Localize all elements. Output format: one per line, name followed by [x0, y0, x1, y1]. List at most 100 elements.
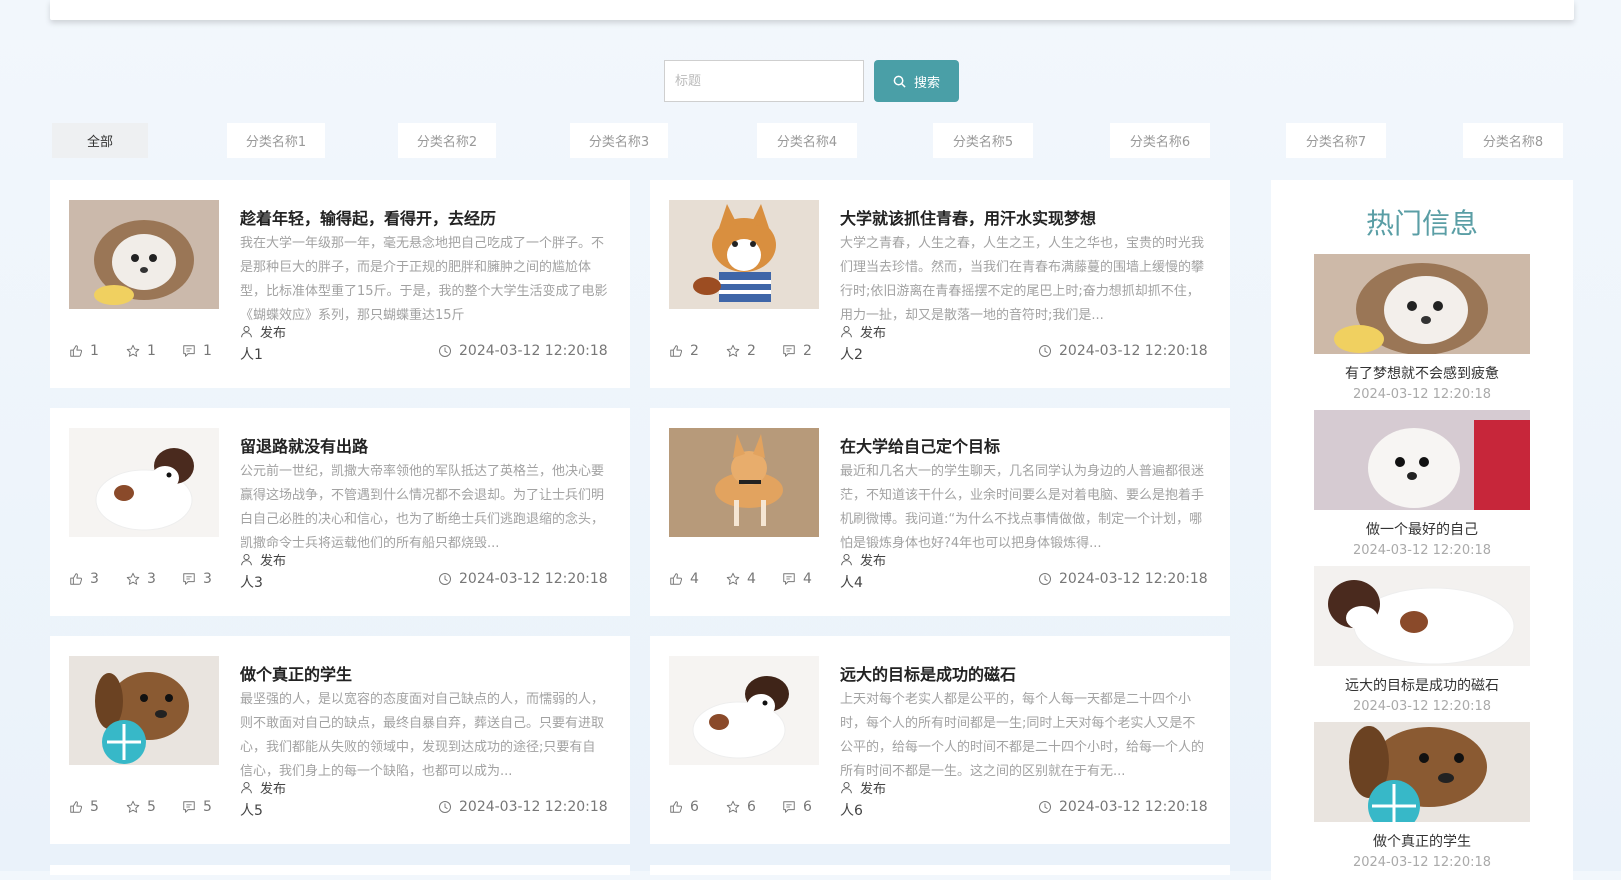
- comment-count-value: 1: [203, 343, 212, 359]
- article-time: 2024-03-12 12:20:18: [1038, 343, 1208, 359]
- article-thumbnail[interactable]: [69, 656, 219, 765]
- category-tab-4[interactable]: 分类名称4: [757, 123, 857, 158]
- clock-icon: [438, 800, 452, 814]
- thumbs-up-icon: [669, 344, 683, 358]
- hot-item-time: 2024-03-12 12:20:18: [1352, 543, 1492, 558]
- article-excerpt: 公元前一世纪，凯撒大帝率领他的军队抵达了英格兰，他决心要赢得这场战争，不管遇到什…: [240, 464, 605, 551]
- category-tab-7[interactable]: 分类名称7: [1286, 123, 1386, 158]
- star-count[interactable]: 4: [726, 571, 756, 587]
- article-card-partial[interactable]: [650, 865, 1230, 875]
- comment-icon: [782, 800, 796, 814]
- star-count[interactable]: 5: [126, 799, 156, 815]
- article-thumbnail[interactable]: [69, 428, 219, 537]
- like-count[interactable]: 4: [669, 571, 699, 587]
- article-author: 人2: [840, 347, 863, 363]
- category-tab-1[interactable]: 分类名称1: [227, 123, 325, 158]
- article-title[interactable]: 留退路就没有出路: [240, 433, 368, 457]
- comment-icon: [182, 800, 196, 814]
- article-time-value: 2024-03-12 12:20:18: [1059, 571, 1208, 587]
- hot-item-time: 2024-03-12 12:20:18: [1352, 387, 1492, 402]
- hot-info-sidebar: 热门信息 有了梦想就不会感到疲惫 2024-03-12 12:20:18 做一个…: [1271, 180, 1573, 880]
- category-tab-all[interactable]: 全部: [52, 123, 148, 158]
- hot-item-title[interactable]: 有了梦想就不会感到疲惫: [1314, 363, 1530, 383]
- category-tab-8[interactable]: 分类名称8: [1463, 123, 1563, 158]
- category-tab-5[interactable]: 分类名称5: [933, 123, 1033, 158]
- article-card-partial[interactable]: [50, 865, 630, 875]
- hot-item[interactable]: 做个真正的学生 2024-03-12 12:20:18: [1314, 722, 1530, 870]
- user-icon: [840, 781, 853, 794]
- user-icon: [840, 325, 853, 338]
- like-count[interactable]: 3: [69, 571, 99, 587]
- star-icon: [726, 800, 740, 814]
- star-count[interactable]: 6: [726, 799, 756, 815]
- article-card[interactable]: 在大学给自己定个目标 最近和几名大一的学生聊天，几名同学认为身边的人普遍都很迷茫…: [650, 408, 1230, 616]
- article-card[interactable]: 趁着年轻，输得起，看得开，去经历 我在大学一年级那一年，毫无悬念地把自己吃成了一…: [50, 180, 630, 388]
- publish-label: 发布: [240, 550, 286, 569]
- article-card[interactable]: 留退路就没有出路 公元前一世纪，凯撒大帝率领他的军队抵达了英格兰，他决心要赢得这…: [50, 408, 630, 616]
- category-tab-2[interactable]: 分类名称2: [398, 123, 496, 158]
- star-icon: [126, 572, 140, 586]
- star-count[interactable]: 2: [726, 343, 756, 359]
- comment-count[interactable]: 2: [782, 343, 812, 359]
- article-card[interactable]: 远大的目标是成功的磁石 上天对每个老实人都是公平的，每个人每一天都是二十四个小时…: [650, 636, 1230, 844]
- hot-item[interactable]: 远大的目标是成功的磁石 2024-03-12 12:20:18: [1314, 566, 1530, 714]
- star-icon: [126, 800, 140, 814]
- article-thumbnail[interactable]: [669, 428, 819, 537]
- comment-count[interactable]: 4: [782, 571, 812, 587]
- hot-item-image[interactable]: [1314, 566, 1530, 666]
- article-time-value: 2024-03-12 12:20:18: [1059, 799, 1208, 815]
- hot-item-title[interactable]: 做一个最好的自己: [1314, 519, 1530, 539]
- article-thumbnail[interactable]: [669, 200, 819, 309]
- comment-icon: [782, 344, 796, 358]
- user-icon: [240, 325, 253, 338]
- user-icon: [840, 553, 853, 566]
- user-icon: [240, 781, 253, 794]
- hot-item-title[interactable]: 远大的目标是成功的磁石: [1314, 675, 1530, 695]
- star-count-value: 5: [147, 799, 156, 815]
- article-card[interactable]: 大学就该抓住青春，用汗水实现梦想 大学之青春，人生之春，人生之王，人生之华也，宝…: [650, 180, 1230, 388]
- article-time-value: 2024-03-12 12:20:18: [459, 799, 608, 815]
- article-title[interactable]: 做个真正的学生: [240, 661, 352, 685]
- search-button[interactable]: 搜索: [874, 60, 959, 102]
- article-title[interactable]: 趁着年轻，输得起，看得开，去经历: [240, 205, 496, 229]
- hot-item-image[interactable]: [1314, 722, 1530, 822]
- article-title[interactable]: 远大的目标是成功的磁石: [840, 661, 1016, 685]
- search-icon: [893, 75, 906, 88]
- star-count[interactable]: 1: [126, 343, 156, 359]
- article-time: 2024-03-12 12:20:18: [1038, 799, 1208, 815]
- comment-count[interactable]: 6: [782, 799, 812, 815]
- hot-item-image[interactable]: [1314, 254, 1530, 354]
- comment-count[interactable]: 1: [182, 343, 212, 359]
- hot-item-time: 2024-03-12 12:20:18: [1352, 699, 1492, 714]
- like-count[interactable]: 5: [69, 799, 99, 815]
- hot-item-title[interactable]: 做个真正的学生: [1314, 831, 1530, 851]
- like-count[interactable]: 2: [669, 343, 699, 359]
- category-tab-6[interactable]: 分类名称6: [1110, 123, 1210, 158]
- comment-count[interactable]: 3: [182, 571, 212, 587]
- like-count[interactable]: 1: [69, 343, 99, 359]
- article-time-value: 2024-03-12 12:20:18: [459, 571, 608, 587]
- clock-icon: [438, 344, 452, 358]
- category-tab-3[interactable]: 分类名称3: [570, 123, 668, 158]
- like-count[interactable]: 6: [669, 799, 699, 815]
- publish-text: 发布: [260, 782, 287, 797]
- hot-item-image[interactable]: [1314, 410, 1530, 510]
- publish-label: 发布: [240, 322, 286, 341]
- article-title[interactable]: 在大学给自己定个目标: [840, 433, 1000, 457]
- star-count[interactable]: 3: [126, 571, 156, 587]
- comment-icon: [182, 344, 196, 358]
- hot-item-time: 2024-03-12 12:20:18: [1352, 855, 1492, 870]
- article-thumbnail[interactable]: [669, 656, 819, 765]
- hot-item[interactable]: 做一个最好的自己 2024-03-12 12:20:18: [1314, 410, 1530, 558]
- article-title[interactable]: 大学就该抓住青春，用汗水实现梦想: [840, 205, 1096, 229]
- clock-icon: [438, 572, 452, 586]
- thumbs-up-icon: [69, 344, 83, 358]
- article-author: 人6: [840, 803, 863, 819]
- article-time-value: 2024-03-12 12:20:18: [1059, 343, 1208, 359]
- clock-icon: [1038, 800, 1052, 814]
- comment-count[interactable]: 5: [182, 799, 212, 815]
- search-input[interactable]: [664, 60, 864, 102]
- article-card[interactable]: 做个真正的学生 最坚强的人，是以宽容的态度面对自己缺点的人，而懦弱的人，则不敢面…: [50, 636, 630, 844]
- hot-item[interactable]: 有了梦想就不会感到疲惫 2024-03-12 12:20:18: [1314, 254, 1530, 402]
- article-thumbnail[interactable]: [69, 200, 219, 309]
